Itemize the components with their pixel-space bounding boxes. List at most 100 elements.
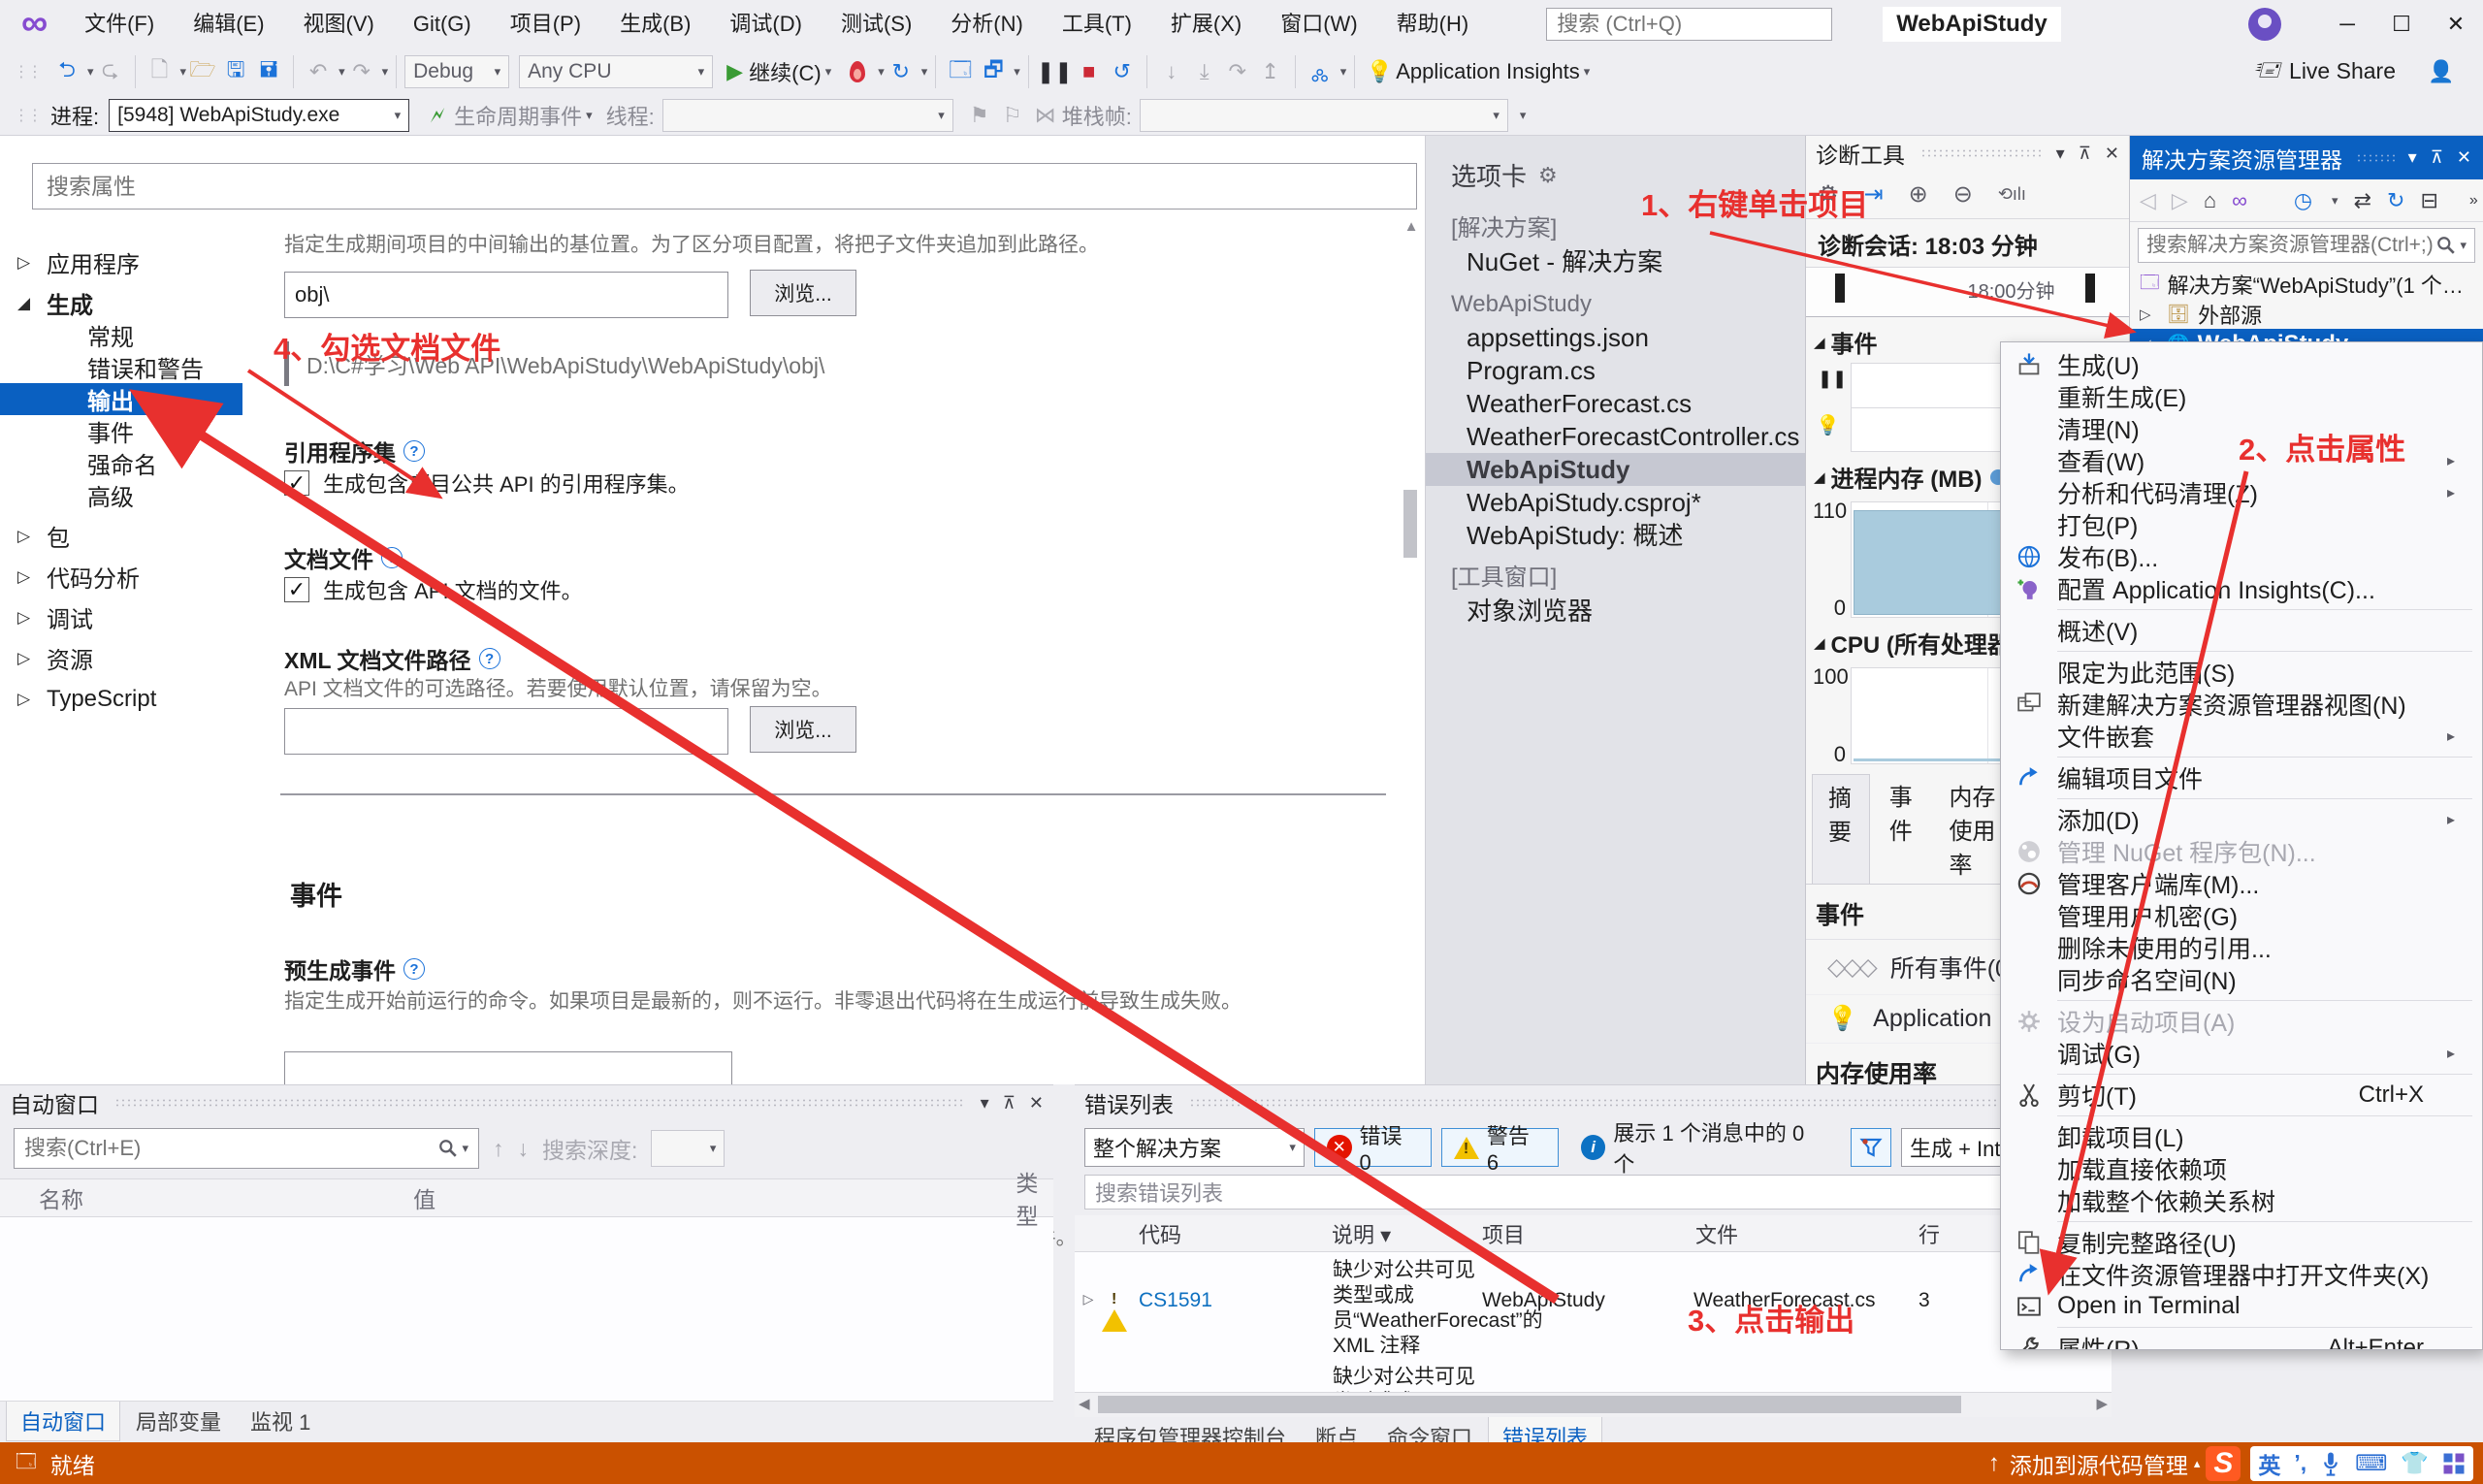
toolbox-grid-icon[interactable] — [2442, 1452, 2466, 1475]
context-menu-item[interactable]: 分析和代码清理(Z) ▸ — [2001, 476, 2482, 508]
suspend-icon[interactable]: ⋈ — [1029, 97, 1062, 134]
keyboard-icon[interactable]: ⌨ — [2355, 1450, 2387, 1476]
help-icon[interactable]: ? — [381, 547, 403, 568]
ime-language[interactable]: 英 — [2258, 1447, 2280, 1480]
context-menu-item[interactable]: 概述(V) — [2001, 614, 2482, 646]
close-icon[interactable]: ✕ — [2457, 147, 2471, 168]
new-project-button[interactable]: 🗋 — [144, 53, 177, 90]
window-position-icon[interactable]: ▾ — [2056, 144, 2065, 164]
zoom-out-icon[interactable]: ⊖ — [1953, 180, 1973, 209]
diagnostics-tab[interactable]: 事件 — [1874, 774, 1930, 884]
back-icon[interactable]: ◁ — [2140, 188, 2156, 213]
window-preview-button[interactable]: 🗗 — [977, 53, 1010, 90]
window-position-icon[interactable]: ▾ — [2408, 147, 2417, 168]
navigate-forward-button[interactable]: ⮎ — [94, 53, 127, 90]
context-menu-item[interactable]: 调试(G) ▸ — [2001, 1037, 2482, 1069]
tabs-panel-row[interactable]: WebApiStudy — [1426, 453, 1805, 486]
help-icon[interactable]: ? — [403, 958, 425, 980]
menu-item[interactable]: 测试(S) — [822, 0, 931, 48]
forward-icon[interactable]: ▷ — [2172, 188, 2188, 213]
context-menu-item[interactable]: 设为启动项目(A) — [2001, 1005, 2482, 1037]
menu-item[interactable]: 视图(V) — [284, 0, 394, 48]
live-share-label[interactable]: Live Share — [2289, 58, 2396, 84]
find-in-code-button[interactable]: 🗔 — [944, 53, 977, 90]
menu-item[interactable]: 文件(F) — [65, 0, 174, 48]
browse-xml-path-button[interactable]: 浏览... — [750, 706, 856, 753]
prev-result-icon[interactable]: ↑ — [493, 1136, 504, 1162]
solution-search-input[interactable] — [2146, 234, 2437, 257]
save-button[interactable]: 🖫 — [219, 53, 252, 90]
intellitrace-bulb-icon[interactable]: 💡 — [1816, 413, 1840, 437]
gear-icon[interactable]: ⚙ — [1538, 163, 1558, 188]
context-menu-item[interactable]: 文件嵌套 ▸ — [2001, 720, 2482, 752]
settings-gear-icon[interactable]: ⚙ — [1818, 180, 1839, 209]
row-expander-icon[interactable]: ▷ — [1075, 1258, 1102, 1359]
column-code[interactable]: 代码 — [1075, 1218, 1332, 1249]
ime-punctuation-icon[interactable]: ’, — [2294, 1450, 2306, 1476]
properties-search-input[interactable] — [47, 173, 1403, 200]
help-icon[interactable]: ? — [403, 440, 425, 462]
properties-tree-item[interactable]: 事件 — [0, 415, 276, 447]
solution-search[interactable]: ▾ — [2138, 228, 2475, 263]
tabs-panel-row[interactable]: WeatherForecastController.cs — [1426, 420, 1805, 453]
context-menu-item[interactable]: 同步命名空间(N) — [2001, 963, 2482, 995]
expander-icon[interactable]: ▷ — [17, 527, 47, 546]
menu-item[interactable]: 分析(N) — [931, 0, 1043, 48]
toolbar-grip[interactable]: ⋮⋮ — [14, 106, 43, 125]
menu-item[interactable]: 帮助(H) — [1377, 0, 1489, 48]
properties-tree-item[interactable]: ▷ 应用程序 — [0, 246, 276, 278]
context-menu-item[interactable]: 加载直接依赖项 — [2001, 1152, 2482, 1184]
flag-threads-icon[interactable]: ⚑ — [963, 97, 996, 134]
tabs-panel-row[interactable]: Program.cs — [1426, 354, 1805, 387]
base-path-input[interactable] — [284, 272, 728, 318]
autos-search-input[interactable] — [24, 1136, 439, 1161]
source-control-label[interactable]: 添加到源代码管理 — [2010, 1447, 2188, 1480]
refresh-icon[interactable]: ↻ — [2387, 188, 2404, 213]
account-avatar[interactable] — [2248, 7, 2281, 41]
properties-tree-item[interactable]: ▷ 代码分析 — [0, 561, 276, 593]
close-button[interactable]: ✕ — [2429, 0, 2483, 48]
column-value[interactable]: 值 — [413, 1181, 1016, 1214]
menu-item[interactable]: 编辑(E) — [174, 0, 283, 48]
minimize-button[interactable]: ─ — [2320, 0, 2374, 48]
restart-debug-button[interactable]: ↺ — [1106, 53, 1139, 90]
properties-tree-item[interactable]: 输出 — [0, 383, 242, 415]
sogou-ime-icon[interactable]: S — [2206, 1445, 2241, 1481]
sync-with-active-icon[interactable]: ⇄ — [2354, 188, 2371, 213]
process-dropdown[interactable]: [5948] WebApiStudy.exe ▾ — [109, 98, 410, 132]
expander-icon[interactable]: ▷ — [17, 567, 47, 587]
context-menu-item[interactable]: 编辑项目文件 — [2001, 761, 2482, 793]
context-menu-item[interactable]: Open in Terminal — [2001, 1290, 2482, 1322]
collapse-all-icon[interactable]: ⊟ — [2420, 188, 2437, 213]
column-file[interactable]: 文件 — [1695, 1218, 1919, 1249]
step-out-button[interactable]: ↷ — [1221, 53, 1254, 90]
window-position-icon[interactable]: ▾ — [981, 1093, 989, 1113]
switch-views-icon[interactable]: ∞ — [2232, 188, 2247, 213]
context-menu-item[interactable]: 属性(R) Alt+Enter — [2001, 1332, 2482, 1349]
context-menu-item[interactable]: 清理(N) — [2001, 412, 2482, 444]
quick-search-input[interactable] — [1557, 11, 1837, 37]
context-menu-item[interactable]: 删除未使用的引用... — [2001, 931, 2482, 963]
properties-tree-item[interactable]: 常规 — [0, 319, 276, 351]
menu-item[interactable]: 工具(T) — [1043, 0, 1151, 48]
step-into-button[interactable]: ↓ — [1155, 53, 1188, 90]
autos-search[interactable]: ▾ — [14, 1128, 479, 1169]
lifecycle-events-label[interactable]: 生命周期事件 — [454, 100, 582, 131]
xml-path-input[interactable] — [284, 708, 728, 755]
context-menu-item[interactable]: 卸载项目(L) — [2001, 1120, 2482, 1152]
redo-button[interactable]: ↷ — [345, 53, 378, 90]
push-icon[interactable]: ↑ — [1988, 1450, 2000, 1477]
ime-toolbar[interactable]: 英 ’, ⌨ 👕 — [2250, 1445, 2473, 1481]
error-code[interactable]: CS1591 — [1139, 1258, 1333, 1359]
toolbar-grip[interactable]: ⋮⋮ — [14, 62, 43, 81]
next-result-icon[interactable]: ↓ — [518, 1136, 530, 1162]
menu-item[interactable]: 扩展(X) — [1151, 0, 1261, 48]
error-scope-dropdown[interactable]: 整个解决方案 ▾ — [1084, 1128, 1305, 1167]
app-insights-bulb-icon[interactable]: 💡 — [1363, 53, 1396, 90]
menu-item[interactable]: 窗口(W) — [1261, 0, 1376, 48]
errors-toggle-button[interactable]: ✕ 错误 0 — [1313, 1124, 1432, 1175]
microphone-icon[interactable] — [2320, 1451, 2341, 1476]
context-menu-item[interactable]: 配置 Application Insights(C)... — [2001, 572, 2482, 604]
context-menu-item[interactable]: 限定为此范围(S) — [2001, 656, 2482, 688]
maximize-button[interactable]: ☐ — [2374, 0, 2429, 48]
